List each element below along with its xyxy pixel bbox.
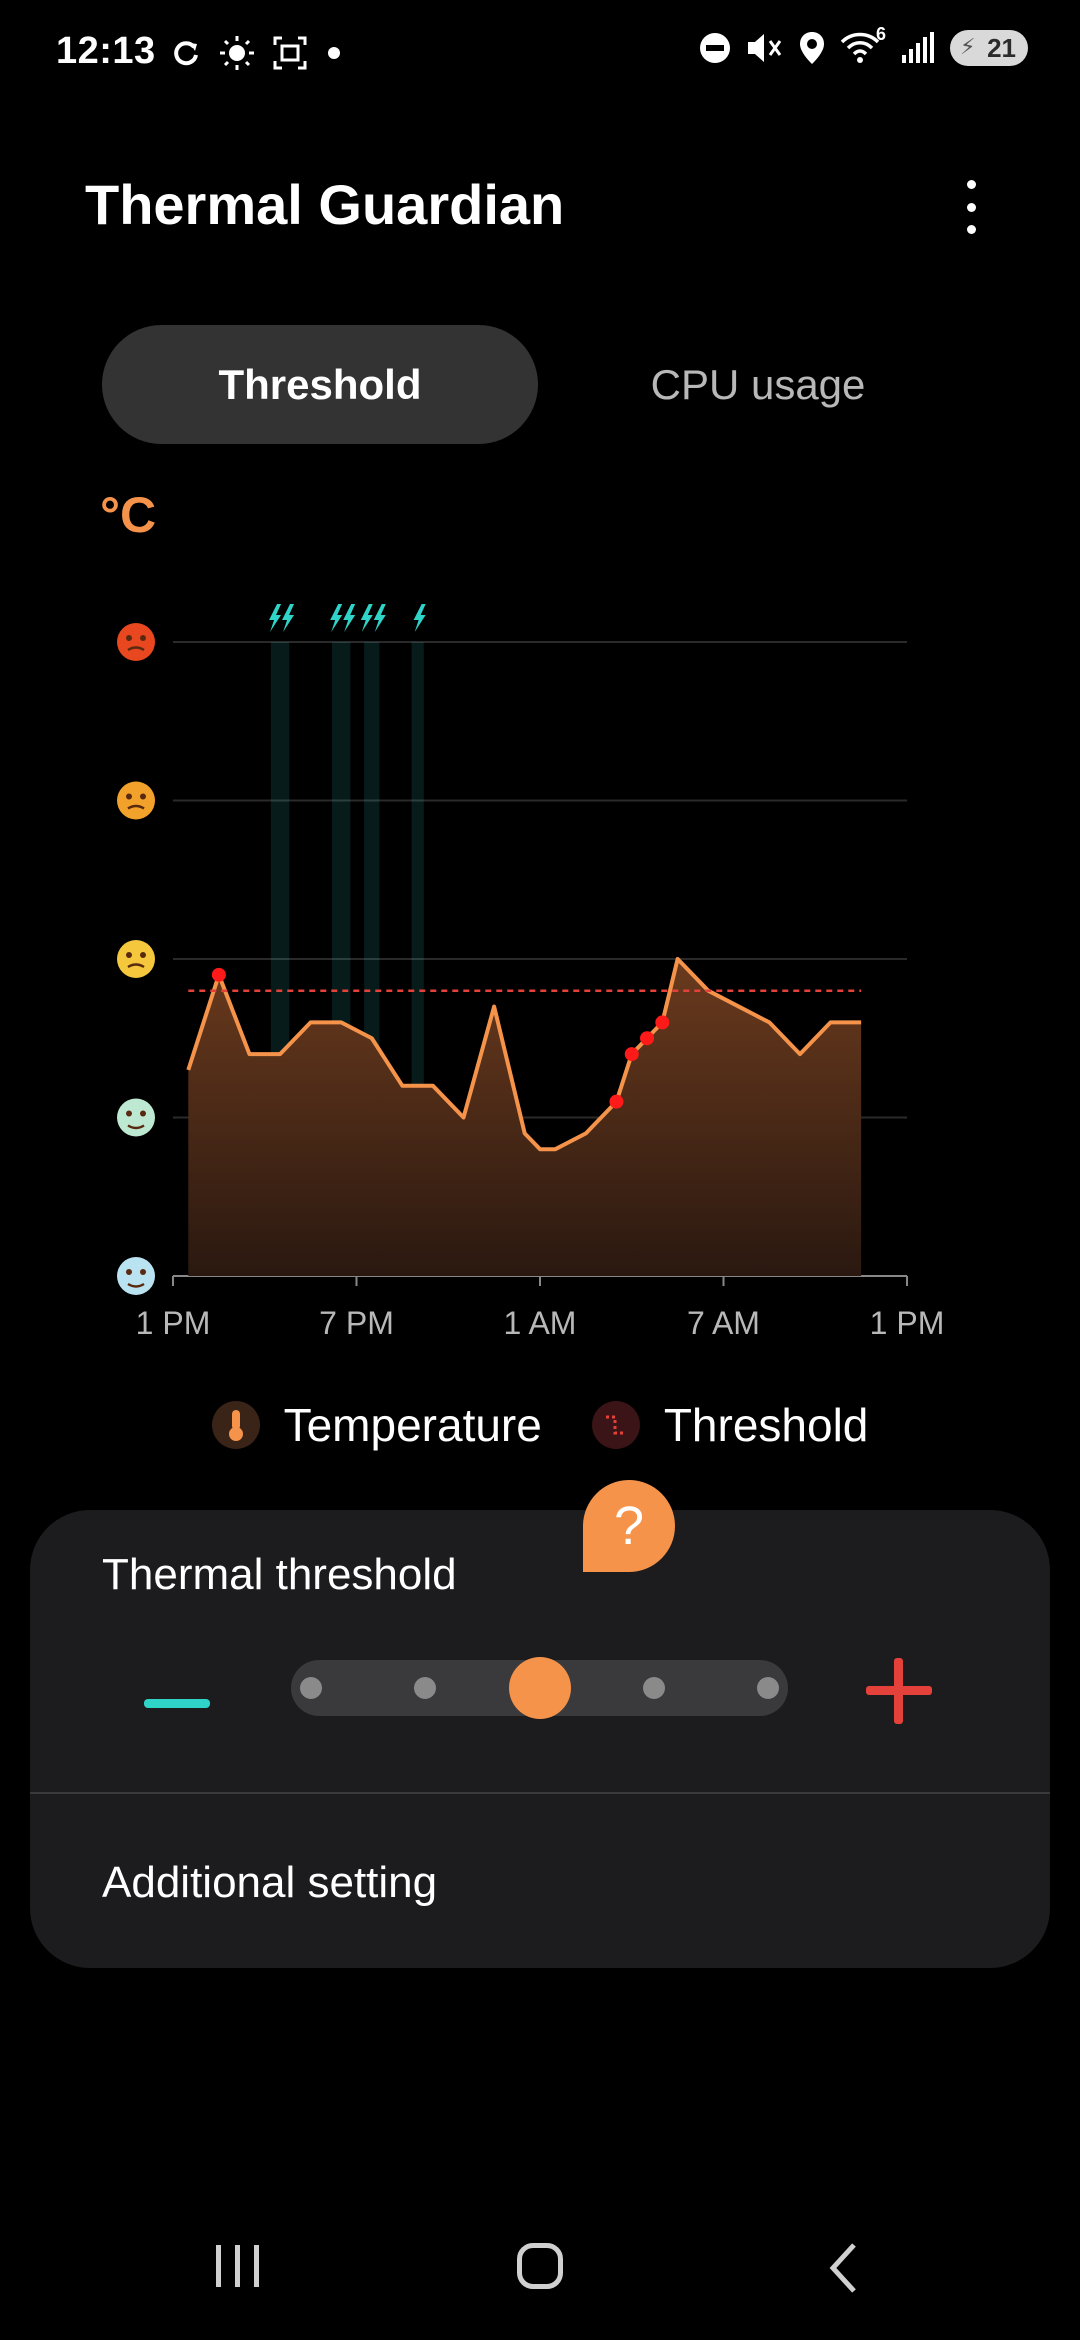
mute-icon	[748, 34, 782, 62]
increase-threshold-button[interactable]	[866, 1658, 932, 1724]
face-eye	[140, 952, 146, 958]
wifi-label: 6	[875, 24, 886, 44]
relieved-face-icon	[117, 1098, 155, 1137]
face-eye	[140, 635, 146, 641]
back-button[interactable]	[828, 2242, 858, 2294]
help-button[interactable]: ?	[583, 1480, 675, 1572]
screen: 12:13 6 ⚡ 21 Thermal Guardian Threshold …	[0, 0, 1080, 2340]
location-icon	[800, 32, 824, 64]
tab-cpu-usage[interactable]: CPU usage	[540, 325, 976, 444]
threshold-step-icon	[591, 1401, 640, 1449]
threshold-crossing-point	[640, 1031, 655, 1046]
battery-level: 21	[987, 32, 1016, 63]
thermometer-icon	[211, 1401, 260, 1449]
face-eye	[126, 952, 132, 958]
uneasy-face-icon	[117, 940, 155, 978]
navigation-bar	[0, 2220, 1080, 2320]
face-eye	[140, 793, 146, 800]
bolt-icon	[360, 604, 386, 632]
legend-temperature: Temperature	[211, 1398, 542, 1452]
very-hot-face-icon	[117, 623, 155, 661]
slider-thumb[interactable]	[508, 1657, 571, 1719]
threshold-crossing-point	[655, 1015, 670, 1030]
screenshot-icon	[273, 36, 307, 70]
legend-threshold: Threshold	[591, 1398, 869, 1452]
more-options-icon	[966, 180, 976, 189]
brightness-icon	[220, 36, 254, 70]
wifi-indicator: 6	[840, 24, 886, 66]
dnd-icon	[700, 33, 730, 63]
hot-face-icon	[117, 781, 155, 820]
minus-icon	[144, 1698, 210, 1708]
tab-threshold[interactable]: Threshold	[102, 325, 538, 444]
x-tick-label: 1 AM	[504, 1305, 577, 1341]
slider-step-dot	[300, 1677, 322, 1699]
recents-icon	[216, 2245, 221, 2287]
status-bar: 12:13 6 ⚡ 21	[0, 0, 1080, 110]
x-tick-label: 1 PM	[870, 1305, 945, 1341]
slider-step-dot	[757, 1677, 779, 1699]
face-eye	[126, 1110, 132, 1117]
threshold-slider[interactable]	[291, 1657, 788, 1719]
bolt-icon	[413, 604, 426, 632]
bolt-icon	[269, 604, 295, 632]
status-time: 12:13	[56, 30, 156, 72]
app-title: Thermal Guardian	[85, 173, 565, 236]
face-eye	[140, 1269, 146, 1275]
signal-icon	[902, 32, 934, 63]
home-button[interactable]	[517, 2243, 563, 2289]
temperature-chart: 1 PM 7 PM 1 AM 7 AM 1 PM	[117, 604, 945, 1341]
x-tick-label: 7 AM	[687, 1305, 760, 1341]
wifi-icon	[840, 32, 880, 63]
chart-legend: Temperature Threshold	[0, 1398, 1080, 1452]
face-eye	[140, 1110, 146, 1117]
status-left-icons	[170, 34, 344, 72]
bolt-icon	[330, 604, 356, 632]
threshold-card: Thermal threshold ? Additional setting	[30, 1480, 1050, 1968]
face-eye	[126, 793, 132, 800]
battery-indicator: ⚡ 21	[950, 30, 1028, 66]
face-eye	[126, 635, 132, 641]
chart-unit-label: °C	[100, 487, 157, 543]
threshold-crossing-point	[624, 1047, 639, 1062]
threshold-crossing-point	[211, 967, 226, 982]
charging-icon: ⚡	[960, 34, 976, 59]
recents-button[interactable]	[216, 2245, 259, 2287]
cool-face-icon	[117, 1257, 155, 1295]
card-divider	[30, 1792, 1050, 1794]
face-eye	[126, 1269, 132, 1275]
additional-setting-link[interactable]: Additional setting	[102, 1858, 437, 1908]
slider-step-dot	[414, 1677, 437, 1699]
legend-temperature-label: Temperature	[283, 1399, 542, 1451]
threshold-crossing-point	[609, 1094, 624, 1109]
status-right-icons: 6 ⚡ 21	[698, 24, 1028, 66]
more-options-button[interactable]	[946, 172, 996, 242]
slider-step-dot	[642, 1677, 665, 1699]
legend-threshold-label: Threshold	[663, 1399, 869, 1451]
x-tick-label: 1 PM	[136, 1305, 211, 1341]
thermal-threshold-title: Thermal threshold	[102, 1550, 457, 1599]
x-tick-label: 7 PM	[319, 1305, 394, 1341]
notification-dot-icon	[328, 47, 340, 59]
sync-icon	[174, 41, 198, 66]
decrease-threshold-button[interactable]	[144, 1670, 210, 1736]
